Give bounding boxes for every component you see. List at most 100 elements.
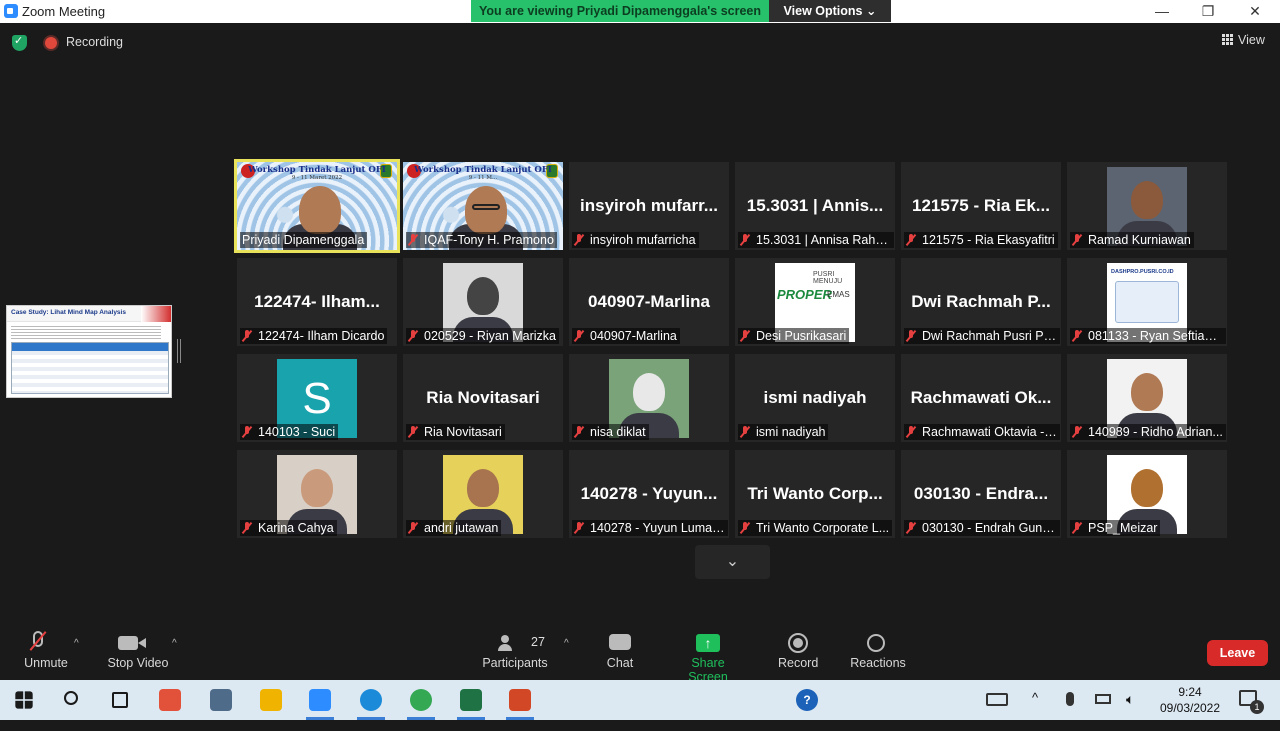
audio-options-caret-icon[interactable]: ^ bbox=[74, 638, 79, 649]
chat-label: Chat bbox=[606, 656, 634, 670]
shared-screen-thumbnail[interactable]: Case Study: Lihat Mind Map Analysis bbox=[6, 305, 172, 398]
taskbar-task-view-button[interactable] bbox=[96, 680, 144, 720]
start-icon bbox=[15, 691, 33, 709]
participant-tile[interactable]: Karina Cahya bbox=[237, 450, 397, 538]
laptop-screen-icon bbox=[1115, 281, 1179, 323]
muted-mic-icon bbox=[408, 234, 418, 246]
participant-name-label: Ramad Kurniawan bbox=[1070, 232, 1194, 248]
participant-tile[interactable]: Ramad Kurniawan bbox=[1067, 162, 1227, 250]
expand-gallery-chevron-icon[interactable]: ⌄ bbox=[695, 545, 770, 579]
participant-tile[interactable]: 140989 - Ridho Adrian... bbox=[1067, 354, 1227, 442]
participant-tile[interactable]: 15.3031 | Annis... 15.3031 | Annisa Rahay… bbox=[735, 162, 895, 250]
participant-tile[interactable]: 020529 - Riyan Marizka bbox=[403, 258, 563, 346]
participant-tile[interactable]: 121575 - Ria Ek... 121575 - Ria Ekasyafit… bbox=[901, 162, 1061, 250]
participant-tile[interactable]: S 140103 - Suci bbox=[237, 354, 397, 442]
participants-button[interactable]: 27 Participants bbox=[476, 620, 554, 680]
person-face bbox=[299, 186, 341, 234]
muted-mic-icon bbox=[574, 330, 584, 342]
participant-display-name: 140278 - Yuyun... bbox=[580, 484, 718, 503]
taskbar-powerpoint-button[interactable] bbox=[496, 680, 544, 720]
zoom-icon bbox=[309, 689, 331, 711]
share-screen-button[interactable]: ↑ Share Screen bbox=[672, 620, 744, 684]
logo-text: PROPER bbox=[777, 287, 832, 302]
muted-mic-icon bbox=[242, 330, 252, 342]
slide-table bbox=[11, 342, 169, 394]
participant-tile[interactable]: ismi nadiyah ismi nadiyah bbox=[735, 354, 895, 442]
record-label: Record bbox=[778, 656, 819, 670]
participant-tile[interactable]: PSP_Meizar bbox=[1067, 450, 1227, 538]
participant-name: Ria Novitasari bbox=[424, 425, 502, 439]
person-face bbox=[1131, 181, 1163, 219]
muted-mic-icon bbox=[740, 330, 750, 342]
system-clock[interactable]: 9:24 09/03/2022 bbox=[1150, 684, 1230, 716]
taskbar-file-explorer-button[interactable] bbox=[247, 680, 295, 720]
participant-tile[interactable]: andri jutawan bbox=[403, 450, 563, 538]
unmute-button[interactable]: Unmute bbox=[16, 620, 76, 680]
participant-tile[interactable]: 040907-Marlina 040907-Marlina bbox=[569, 258, 729, 346]
unmute-label: Unmute bbox=[24, 656, 68, 670]
volume-icon[interactable]: 🔈︎ bbox=[1126, 691, 1134, 731]
leave-meeting-button[interactable]: Leave bbox=[1207, 640, 1268, 666]
participant-tile[interactable]: Rachmawati Ok... Rachmawati Oktavia - ... bbox=[901, 354, 1061, 442]
taskbar-start-button[interactable] bbox=[0, 680, 48, 720]
show-hidden-icons-icon[interactable]: ^ bbox=[1032, 690, 1038, 730]
website-text: DASHPRO.PUSRI.CO.ID bbox=[1111, 269, 1174, 275]
participant-tile[interactable]: nisa diklat bbox=[569, 354, 729, 442]
muted-mic-icon bbox=[1072, 522, 1082, 534]
participant-tile[interactable]: PUSRI MENUJU PROPER EMAS Desi Pusrikasar… bbox=[735, 258, 895, 346]
participant-tile[interactable]: 122474- Ilham... 122474- Ilham Dicardo bbox=[237, 258, 397, 346]
taskbar-search-button[interactable] bbox=[48, 680, 96, 720]
participant-name: Karina Cahya bbox=[258, 521, 334, 535]
participant-display-name: Ria Novitasari bbox=[426, 388, 540, 407]
participant-tile[interactable]: insyiroh mufarr... insyiroh mufarricha bbox=[569, 162, 729, 250]
participants-label: Participants bbox=[482, 656, 548, 670]
view-options-button[interactable]: View Options ⌄ bbox=[769, 0, 891, 22]
close-window-button[interactable]: ✕ bbox=[1232, 0, 1278, 23]
muted-microphone-icon bbox=[33, 631, 43, 647]
clock-date: 09/03/2022 bbox=[1159, 701, 1221, 715]
keyboard-icon[interactable] bbox=[986, 693, 1008, 706]
participant-name: IQAF-Tony H. Pramono bbox=[424, 233, 554, 247]
participant-tile[interactable]: 140278 - Yuyun... 140278 - Yuyun Lumar... bbox=[569, 450, 729, 538]
recording-indicator[interactable]: Recording bbox=[66, 35, 123, 49]
virtual-bg-title: Workshop Tindak Lanjut OFI bbox=[248, 165, 386, 175]
muted-mic-icon bbox=[906, 426, 916, 438]
taskbar-excel-button[interactable] bbox=[447, 680, 495, 720]
participant-tile[interactable]: Workshop Tindak Lanjut OFI 9 - 11 M... I… bbox=[403, 162, 563, 250]
restore-button[interactable]: ❐ bbox=[1185, 0, 1231, 23]
chat-button[interactable]: Chat bbox=[599, 620, 641, 680]
taskbar-edge-button[interactable] bbox=[347, 680, 395, 720]
participants-options-caret-icon[interactable]: ^ bbox=[564, 638, 569, 649]
window-title: Zoom Meeting bbox=[22, 4, 106, 19]
task-view-icon bbox=[112, 692, 128, 708]
slide-text-lines bbox=[11, 326, 161, 340]
edge-icon bbox=[360, 689, 382, 711]
person-face bbox=[465, 186, 507, 234]
taskbar-zoom-button[interactable] bbox=[296, 680, 344, 720]
taskbar-calculator-button[interactable] bbox=[197, 680, 245, 720]
taskbar-books-button[interactable] bbox=[146, 680, 194, 720]
muted-mic-icon bbox=[408, 330, 418, 342]
participant-tile[interactable]: 030130 - Endra... 030130 - Endrah Guna... bbox=[901, 450, 1061, 538]
participant-name: 15.3031 | Annisa Rahayu bbox=[756, 233, 894, 247]
participant-tile[interactable]: Workshop Tindak Lanjut OFI 9 - 11 Maret … bbox=[234, 159, 400, 253]
participant-tile[interactable]: Ria Novitasari Ria Novitasari bbox=[403, 354, 563, 442]
taskbar-chrome-button[interactable] bbox=[397, 680, 445, 720]
security-shield-icon[interactable] bbox=[12, 34, 27, 51]
minimize-button[interactable]: — bbox=[1139, 0, 1185, 23]
participant-tile[interactable]: Tri Wanto Corp... Tri Wanto Corporate L..… bbox=[735, 450, 895, 538]
view-button[interactable]: View bbox=[1222, 33, 1265, 47]
panel-splitter-handle[interactable] bbox=[177, 339, 181, 363]
microphone-tray-icon[interactable] bbox=[1066, 692, 1074, 706]
participant-tile[interactable]: DASHPRO.PUSRI.CO.ID 081133 - Ryan Seftia… bbox=[1067, 258, 1227, 346]
video-options-caret-icon[interactable]: ^ bbox=[172, 638, 177, 649]
record-button[interactable]: Record bbox=[778, 620, 818, 680]
battery-icon[interactable] bbox=[1095, 694, 1111, 704]
search-icon bbox=[64, 691, 78, 705]
participant-tile[interactable]: Dwi Rachmah P... Dwi Rachmah Pusri Pa... bbox=[901, 258, 1061, 346]
muted-mic-icon bbox=[574, 426, 584, 438]
participant-name-label: Tri Wanto Corporate L... bbox=[738, 520, 893, 536]
help-badge-icon[interactable]: ? bbox=[796, 689, 818, 711]
stop-video-button[interactable]: Stop Video bbox=[100, 620, 176, 680]
reactions-button[interactable]: Reactions bbox=[850, 620, 906, 680]
